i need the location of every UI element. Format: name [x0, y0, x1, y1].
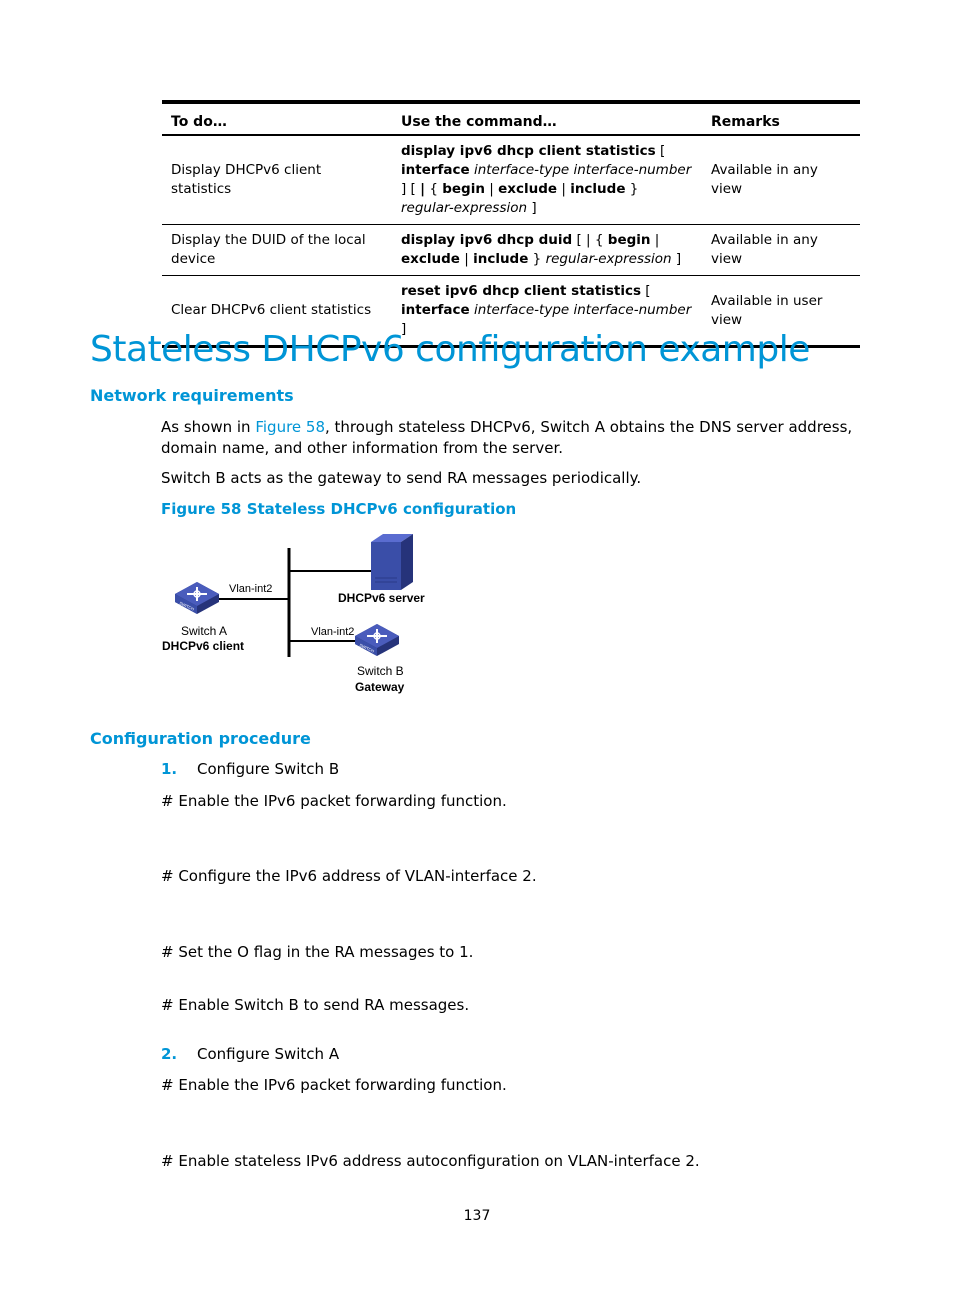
step-1-label: Configure Switch B	[197, 760, 340, 778]
command-keyword: include	[570, 181, 626, 197]
command-syntax: ] [	[401, 181, 421, 197]
command-keyword: interface	[401, 162, 470, 178]
header-command: Use the command…	[392, 100, 702, 136]
command-keyword: interface	[401, 302, 470, 318]
command-syntax: |	[459, 251, 474, 267]
command-syntax: [ | {	[572, 232, 608, 248]
command-syntax: |	[650, 232, 660, 248]
command-argument: regular-expression	[545, 251, 672, 267]
step-2-number: 2.	[161, 1045, 178, 1063]
command-syntax: ]	[671, 251, 682, 267]
table-row: Display the DUID of the local device dis…	[162, 224, 860, 276]
section-title: Stateless DHCPv6 configuration example	[90, 329, 810, 370]
comment-line: # Configure the IPv6 address of VLAN-int…	[161, 867, 537, 885]
server-label: DHCPv6 server	[338, 591, 425, 605]
comment-line: # Set the O flag in the RA messages to 1…	[161, 943, 474, 961]
page-number: 137	[463, 1208, 491, 1224]
server-icon	[371, 534, 413, 590]
gateway-paragraph: Switch B acts as the gateway to send RA …	[161, 469, 642, 487]
command-keyword: display ipv6 dhcp client statistics	[401, 143, 656, 159]
table-header-row: To do… Use the command… Remarks	[162, 100, 860, 136]
command-keyword: begin	[442, 181, 485, 197]
cell-command: display ipv6 dhcp client statistics [ in…	[392, 135, 702, 225]
command-syntax: {	[425, 181, 443, 197]
command-syntax: [	[641, 283, 651, 299]
comment-line: # Enable Switch B to send RA messages.	[161, 996, 470, 1014]
comment-line: # Enable the IPv6 packet forwarding func…	[161, 792, 507, 810]
header-todo: To do…	[162, 100, 392, 136]
comment-line: # Enable the IPv6 packet forwarding func…	[161, 1076, 507, 1094]
comment-line: # Enable stateless IPv6 address autoconf…	[161, 1152, 700, 1170]
para-text: As shown in	[161, 418, 256, 436]
command-syntax: }	[625, 181, 639, 197]
switch-b-interface-label: Vlan-int2	[311, 626, 355, 638]
figure-caption: Figure 58 Stateless DHCPv6 configuration	[161, 500, 517, 518]
command-syntax: |	[484, 181, 499, 197]
command-syntax: ]	[527, 200, 537, 216]
figure-58-link[interactable]: Figure 58	[255, 418, 325, 436]
command-syntax: }	[528, 251, 546, 267]
command-keyword: exclude	[498, 181, 558, 197]
command-keyword: begin	[607, 232, 651, 248]
cell-todo: Display the DUID of the local device	[162, 224, 392, 276]
switch-a-interface-label: Vlan-int2	[229, 583, 273, 595]
command-keyword: reset ipv6 dhcp client statistics	[401, 283, 641, 299]
diagram-lines: SWITCH SWITCH	[175, 534, 413, 657]
command-syntax: [	[655, 143, 666, 159]
switch-a-icon: SWITCH	[175, 582, 219, 614]
command-syntax: |	[557, 181, 571, 197]
command-table: To do… Use the command… Remarks Display …	[162, 100, 860, 348]
cell-todo: Display DHCPv6 client statistics	[162, 135, 392, 225]
network-diagram: SWITCH SWITCH Vlan-int2 Switch A DHCPv6 …	[155, 530, 455, 710]
step-1-number: 1.	[161, 760, 178, 778]
switch-b-name: Switch B	[357, 664, 404, 678]
cell-remarks: Available in any view	[702, 135, 860, 225]
command-argument: interface-type interface-number	[473, 302, 692, 318]
cell-remarks: Available in any view	[702, 224, 860, 276]
header-remarks: Remarks	[702, 100, 860, 136]
switch-b-role: Gateway	[355, 680, 405, 694]
cell-command: display ipv6 dhcp duid [ | { begin | exc…	[392, 224, 702, 276]
switch-a-name: Switch A	[181, 624, 228, 638]
command-keyword: exclude	[401, 251, 460, 267]
switch-a-role: DHCPv6 client	[162, 639, 245, 653]
command-keyword: display ipv6 dhcp duid	[401, 232, 573, 248]
command-argument: interface-type interface-number	[473, 162, 692, 178]
switch-b-icon: SWITCH	[355, 624, 399, 656]
configuration-procedure-heading: Configuration procedure	[90, 729, 311, 748]
network-requirements-heading: Network requirements	[90, 386, 294, 405]
requirements-paragraph: As shown in Figure 58, through stateless…	[161, 417, 866, 459]
command-keyword: include	[473, 251, 529, 267]
command-argument: regular-expression	[401, 200, 528, 216]
table-row: Display DHCPv6 client statistics display…	[162, 135, 860, 225]
step-2-label: Configure Switch A	[197, 1045, 340, 1063]
